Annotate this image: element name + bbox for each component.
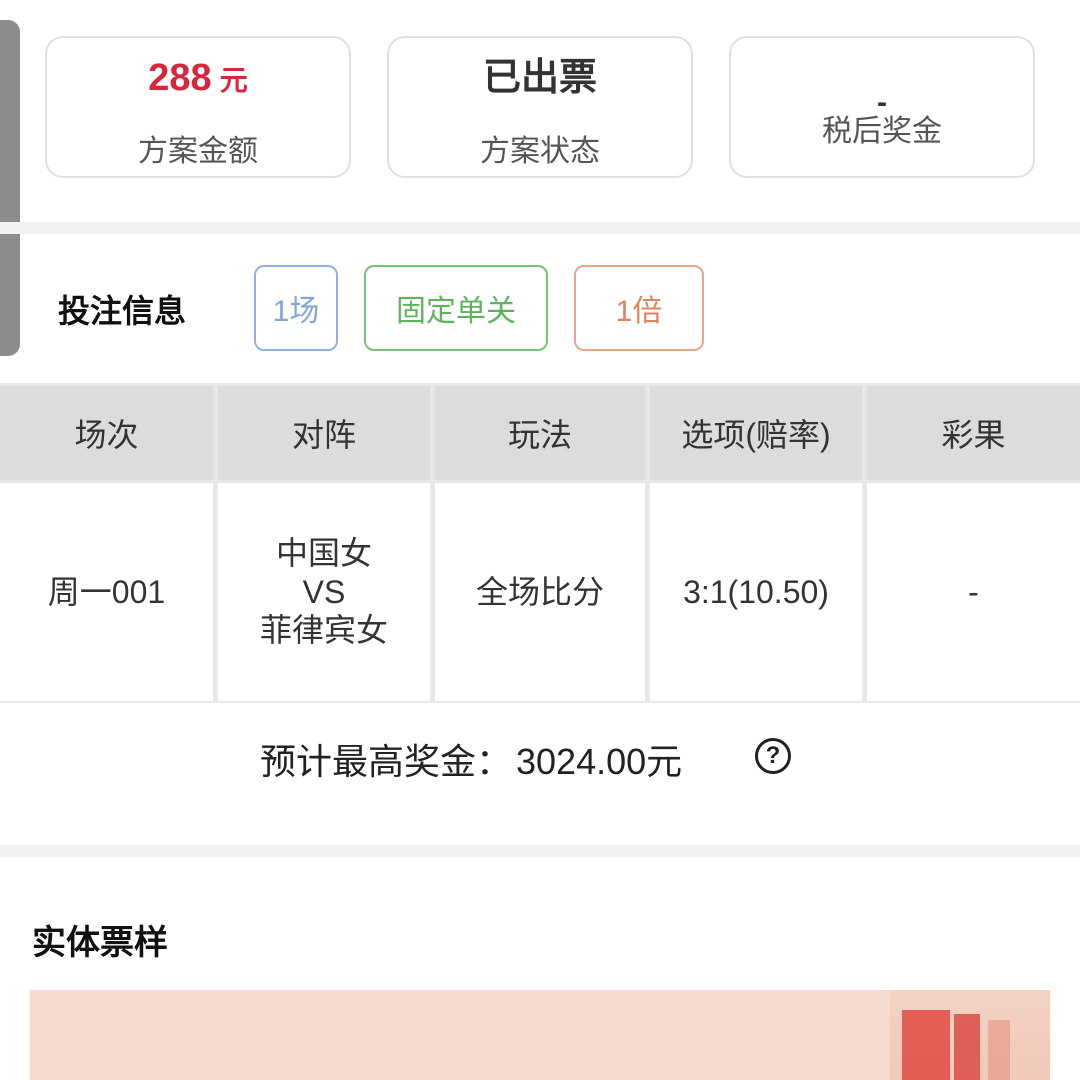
header-play: 玩法 (435, 386, 645, 480)
max-prize-label: 预计最高奖金： (260, 741, 513, 782)
section-divider-2 (0, 845, 1080, 857)
help-icon[interactable]: ? (755, 738, 791, 774)
amount-card: 288 元 方案金额 (45, 36, 351, 178)
sample-title: 实体票样 (32, 924, 168, 962)
header-teams: 对阵 (218, 386, 430, 480)
ticket-stripe (902, 1010, 950, 1080)
amount-label: 方案金额 (138, 135, 258, 168)
amount-unit: 元 (219, 65, 248, 96)
cell-play: 全场比分 (435, 483, 645, 701)
away-team: 菲律宾女 (259, 612, 388, 649)
prize-card: - 税后奖金 (729, 36, 1035, 178)
section-divider (0, 222, 1080, 234)
amount-value: 288 元 (47, 56, 349, 102)
tag-match-count: 1场 (254, 265, 338, 351)
vs-text: VS (302, 573, 346, 610)
max-prize: 预计最高奖金： 3024.00元 (260, 732, 682, 786)
ticket-stripe (954, 1014, 980, 1080)
status-label: 方案状态 (480, 135, 600, 168)
tag-play-type: 固定单关 (364, 265, 548, 351)
ticket-photo[interactable] (30, 990, 1050, 1080)
status-value: 已出票 (482, 57, 597, 99)
cell-option: 3:1(10.50) (650, 483, 862, 701)
header-match-no: 场次 (0, 386, 213, 480)
header-option: 选项(赔率) (650, 386, 862, 480)
amount-number: 288 (148, 57, 212, 99)
cell-result: - (867, 483, 1080, 701)
tag-multiplier: 1倍 (574, 265, 704, 351)
bet-table: 场次 对阵 玩法 选项(赔率) 彩果 周一001 中国女 VS 菲律宾女 全场比… (0, 383, 1080, 703)
ticket-paper (30, 990, 890, 1080)
cell-match-no: 周一001 (0, 483, 213, 701)
prize-label: 税后奖金 (822, 115, 942, 148)
ticket-stripe (988, 1020, 1010, 1080)
status-card: 已出票 方案状态 (387, 36, 693, 178)
summary-cards: 288 元 方案金额 已出票 方案状态 - 税后奖金 (0, 0, 1080, 222)
home-team: 中国女 (275, 535, 372, 572)
header-result: 彩果 (867, 386, 1080, 480)
max-prize-amount: 3024.00元 (516, 741, 683, 782)
cell-teams: 中国女 VS 菲律宾女 (218, 483, 430, 701)
bet-info-title: 投注信息 (58, 293, 187, 329)
